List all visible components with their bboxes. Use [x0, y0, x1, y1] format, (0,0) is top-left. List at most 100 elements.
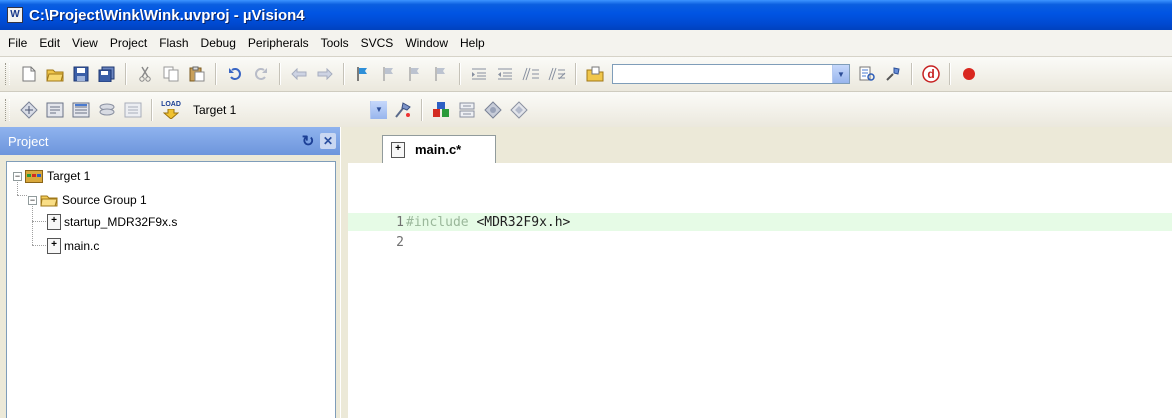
build-toolbar: LOAD Target 1 ▼ — [0, 92, 1172, 128]
target-select[interactable]: Target 1 ▼ — [188, 100, 388, 120]
next-bookmark-icon[interactable] — [404, 63, 426, 85]
software-components-icon[interactable] — [482, 99, 504, 121]
close-icon[interactable]: ✕ — [320, 133, 336, 149]
source-file-icon: + — [47, 238, 61, 254]
folder-icon — [40, 194, 58, 207]
target-options-icon[interactable] — [392, 99, 414, 121]
include-argument: <MDR32F9x.h> — [468, 214, 571, 230]
rebuild-icon[interactable] — [70, 99, 92, 121]
project-panel: − Target 1 − Source Group 1 + startup_MD… — [0, 155, 340, 418]
paste-icon[interactable] — [186, 63, 208, 85]
save-all-icon[interactable] — [96, 63, 118, 85]
toolbar-separator — [343, 63, 345, 85]
navigate-back-icon[interactable] — [288, 63, 310, 85]
menu-file[interactable]: File — [0, 36, 33, 50]
line-number: 2 — [396, 234, 404, 250]
find-in-files-icon[interactable] — [584, 63, 606, 85]
menu-debug[interactable]: Debug — [195, 36, 242, 50]
undo-icon[interactable] — [224, 63, 246, 85]
indent-icon[interactable] — [468, 63, 490, 85]
menu-flash[interactable]: Flash — [153, 36, 194, 50]
build-icon[interactable] — [44, 99, 66, 121]
svg-text:d: d — [927, 67, 934, 81]
preprocessor-directive: #include — [406, 214, 469, 230]
code-editor[interactable]: 1 #include <MDR32F9x.h> 2 — [348, 163, 1172, 418]
save-icon[interactable] — [70, 63, 92, 85]
select-packs-icon[interactable] — [456, 99, 478, 121]
chevron-down-icon[interactable]: ▼ — [832, 65, 849, 83]
uncomment-selection-icon[interactable] — [546, 63, 568, 85]
toolbar-separator — [421, 98, 423, 121]
source-file-icon: + — [391, 141, 405, 158]
chevron-down-icon[interactable]: ▼ — [370, 100, 387, 119]
tree-connector — [17, 195, 27, 196]
collapse-icon[interactable]: − — [28, 195, 37, 205]
toolbar-separator — [949, 63, 951, 85]
menu-help[interactable]: Help — [454, 36, 491, 50]
batch-build-icon[interactable] — [96, 99, 118, 121]
tree-connector — [32, 245, 46, 246]
tab-main-c[interactable]: + main.c* — [382, 135, 496, 163]
file-toolbar: ▼ d — [0, 57, 1172, 92]
tree-label-target: Target 1 — [47, 169, 91, 183]
incremental-find-icon[interactable] — [856, 63, 878, 85]
toolbar-separator — [151, 98, 153, 121]
menu-project[interactable]: Project — [104, 36, 153, 50]
project-tree: − Target 1 − Source Group 1 + startup_MD… — [6, 161, 336, 418]
download-load-icon[interactable]: LOAD — [160, 99, 182, 121]
menu-window[interactable]: Window — [399, 36, 454, 50]
copy-icon[interactable] — [160, 63, 182, 85]
find-combo[interactable]: ▼ — [612, 64, 850, 84]
toolbar-separator — [911, 63, 913, 85]
translate-icon[interactable] — [18, 99, 40, 121]
tree-node-source-group[interactable]: − Source Group 1 — [28, 191, 147, 209]
tree-label-file: startup_MDR32F9x.s — [64, 215, 178, 229]
redo-icon[interactable] — [250, 63, 272, 85]
toolbar-separator — [125, 63, 127, 85]
editor-tab-strip: + main.c* — [348, 127, 1172, 164]
navigate-forward-icon[interactable] — [314, 63, 336, 85]
app-icon-glyph: W — [10, 9, 20, 20]
previous-bookmark-icon[interactable] — [378, 63, 400, 85]
clear-bookmarks-icon[interactable] — [430, 63, 452, 85]
toolbar-grip[interactable] — [5, 98, 10, 121]
line-number: 1 — [396, 214, 404, 230]
tree-node-file[interactable]: + main.c — [47, 237, 99, 255]
menu-bar: File Edit View Project Flash Debug Perip… — [0, 30, 1172, 57]
tree-node-file[interactable]: + startup_MDR32F9x.s — [47, 213, 177, 231]
tree-label-source-group: Source Group 1 — [62, 193, 147, 207]
menu-peripherals[interactable]: Peripherals — [242, 36, 315, 50]
unindent-icon[interactable] — [494, 63, 516, 85]
insert-bookmark-icon[interactable] — [352, 63, 374, 85]
toolbar-grip[interactable] — [5, 63, 10, 85]
code-line[interactable]: 1 #include <MDR32F9x.h> — [348, 213, 1172, 231]
project-panel-title: Project — [8, 133, 49, 149]
source-file-icon: + — [47, 214, 61, 230]
uvision-app-icon[interactable]: W — [7, 7, 23, 23]
toolbar-separator — [279, 63, 281, 85]
project-panel-header: Project ↻ ✕ — [0, 127, 341, 155]
tab-label: main.c* — [415, 142, 462, 157]
cut-icon[interactable] — [134, 63, 156, 85]
breakpoint-icon[interactable] — [958, 63, 980, 85]
target-select-value: Target 1 — [193, 102, 237, 117]
menu-view[interactable]: View — [66, 36, 104, 50]
debug-start-icon[interactable]: d — [920, 63, 942, 85]
find-icon[interactable] — [882, 63, 904, 85]
manage-components-icon[interactable] — [430, 99, 452, 121]
menu-tools[interactable]: Tools — [315, 36, 355, 50]
menu-svcs[interactable]: SVCS — [355, 36, 400, 50]
collapse-icon[interactable]: − — [13, 171, 22, 181]
pin-icon[interactable]: ↻ — [300, 133, 316, 150]
pack-installer-icon[interactable] — [508, 99, 530, 121]
toolbar-separator — [215, 63, 217, 85]
comment-selection-icon[interactable] — [520, 63, 542, 85]
tree-node-target[interactable]: − Target 1 — [13, 167, 90, 185]
tree-connector — [32, 221, 46, 222]
toolbar-separator — [459, 63, 461, 85]
menu-edit[interactable]: Edit — [33, 36, 66, 50]
code-line[interactable]: 2 — [348, 233, 1172, 251]
new-file-icon[interactable] — [18, 63, 40, 85]
open-folder-icon[interactable] — [44, 63, 66, 85]
stop-build-icon[interactable] — [122, 99, 144, 121]
